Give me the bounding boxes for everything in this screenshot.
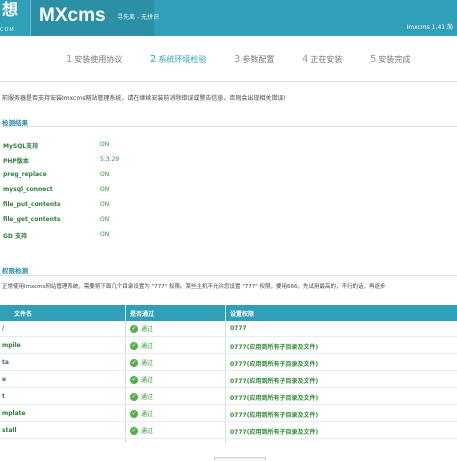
env-row: file_get_contents ON bbox=[3, 216, 110, 223]
step-3: 3 参数配置 bbox=[234, 54, 275, 65]
check-icon: ✓ bbox=[130, 426, 138, 435]
col-header-perm: 设置权限 bbox=[230, 311, 255, 318]
intro-text: 前服务器是否支持安装Imxcms网站管理系统，请在继续安装前消除错误或警告信息，… bbox=[2, 95, 286, 102]
col-header-name: 文件名 bbox=[14, 311, 33, 318]
brand-name: MXcms bbox=[39, 5, 106, 26]
next-button[interactable] bbox=[214, 457, 266, 461]
check-icon: ✓ bbox=[130, 392, 138, 401]
table-row: stall ✓ 通过 0777(应用到所有子目录及文件) bbox=[0, 423, 457, 439]
env-row: PHP版本 5.3.29 bbox=[3, 156, 120, 165]
step-1: 1 安装使用协议 bbox=[66, 54, 123, 65]
header-bar: 想 COM MXcms 寻先离 - 无拼识 Imxcms 1.41 简 bbox=[0, 0, 457, 36]
check-icon: ✓ bbox=[130, 375, 138, 384]
divider bbox=[0, 275, 457, 276]
installer-page: 想 COM MXcms 寻先离 - 无拼识 Imxcms 1.41 简 1 安装使… bbox=[0, 0, 457, 461]
env-row: MySQL支持 ON bbox=[3, 141, 110, 150]
check-icon: ✓ bbox=[130, 358, 138, 367]
env-row: preg_replace ON bbox=[3, 171, 110, 178]
env-row: GD 支持 ON bbox=[3, 231, 110, 240]
table-row: t ✓ 通过 0777(应用到所有子目录及文件) bbox=[0, 389, 457, 405]
step-5: 5 安装完成 bbox=[370, 54, 411, 65]
install-steps: 1 安装使用协议 2 系统环境检验 3 参数配置 4 正在安装 5 安装完成 bbox=[0, 36, 457, 82]
logo-small-text: COM bbox=[0, 27, 15, 33]
perm-table-header: 文件名 是否通过 设置权限 bbox=[0, 305, 457, 321]
divider bbox=[0, 126, 457, 127]
brand-box: MXcms 寻先离 - 无拼识 bbox=[30, 0, 159, 36]
logo-char: 想 bbox=[2, 0, 19, 19]
table-row: ta ✓ 通过 0777(应用到所有子目录及文件) bbox=[0, 355, 457, 371]
step-4: 4 正在安装 bbox=[302, 54, 343, 65]
brand-slogan: 寻先离 - 无拼识 bbox=[117, 14, 159, 21]
col-header-status: 是否通过 bbox=[130, 311, 155, 318]
perm-section-title: 权限检测 bbox=[2, 267, 28, 275]
check-icon: ✓ bbox=[130, 324, 138, 333]
check-icon: ✓ bbox=[130, 409, 138, 418]
logo: 想 COM bbox=[0, 0, 30, 36]
table-row: / ✓ 通过 0777 bbox=[0, 321, 457, 337]
env-row: mysql_connect ON bbox=[3, 186, 110, 193]
env-row: file_put_contents ON bbox=[3, 201, 110, 208]
step-2: 2 系统环境检验 bbox=[150, 54, 207, 65]
table-row: e ✓ 通过 0777(应用到所有子目录及文件) bbox=[0, 372, 457, 388]
perm-intro-text: 正常使用Imxcms网站管理系统，需要将下面几个目录设置为 "777" 权限。某… bbox=[2, 284, 386, 290]
table-row: mpile ✓ 通过 0777(应用到所有子目录及文件) bbox=[0, 338, 457, 354]
table-row: mplate ✓ 通过 0777(应用到所有子目录及文件) bbox=[0, 406, 457, 422]
check-icon: ✓ bbox=[130, 341, 138, 350]
version-label: Imxcms 1.41 简 bbox=[406, 24, 453, 31]
